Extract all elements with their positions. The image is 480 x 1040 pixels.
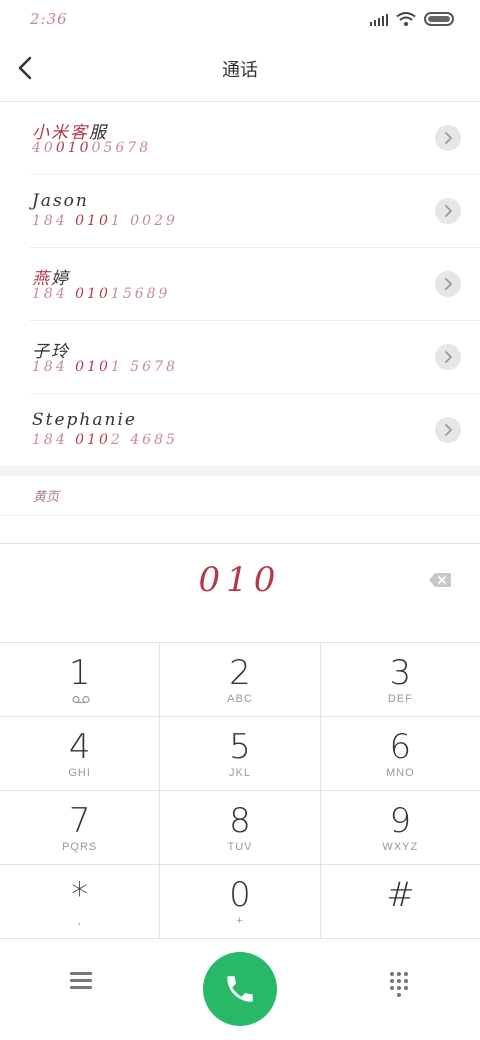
chevron-right-icon [445,205,452,217]
keypad: 1 2 ABC 3 DEF 4 GHI 5 JKL 6 MNO 7 PQRS 8 TUV 9 WXYZ *, 0 + # [0,642,480,939]
key-digit: 7 [68,801,91,841]
status-icons [370,12,454,26]
chevron-right-icon [445,351,452,363]
key-letters: + [236,915,244,927]
section-gap [0,466,480,476]
result-row[interactable]: 小米客服 4001005678 [30,102,480,175]
voicemail-icon [72,695,90,704]
section-label: 黄页 [33,490,60,505]
key-letters: PQRS [62,841,98,853]
title-bar: 通话 [0,44,480,92]
key-8[interactable]: 8 TUV [160,791,321,864]
key-5[interactable]: 5 JKL [160,717,321,790]
key-digit: * [71,875,89,915]
key-letters: MNO [385,767,415,779]
result-row[interactable]: 子玲 184 0101 5678 [30,321,480,394]
entered-number: 010 [198,560,282,600]
chevron-right-icon [445,132,452,144]
signal-icon [370,12,388,26]
bottom-bar [0,938,480,1040]
chevron-right-icon [445,278,452,290]
contact-name: Stephanie [32,410,137,430]
menu-icon[interactable] [70,972,92,992]
contact-number: 4001005678 [32,140,152,156]
detail-button[interactable] [435,125,461,151]
key-star[interactable]: *, [0,865,161,938]
key-digit: 3 [389,653,412,693]
key-row: 7 PQRS 8 TUV 9 WXYZ [0,791,480,865]
result-row[interactable]: Jason 184 0101 0029 [30,175,480,248]
key-digit: 0 [229,875,251,915]
key-letters: ABC [227,693,253,705]
key-hash[interactable]: # [321,865,480,938]
detail-button[interactable] [435,271,461,297]
wifi-icon [396,12,416,26]
key-letters: GHI [68,767,91,779]
contact-number: 184 0102 4685 [32,432,178,448]
key-letters: DEF [387,693,413,705]
key-row: 4 GHI 5 JKL 6 MNO [0,717,480,791]
results-list: 小米客服 4001005678 Jason 184 0101 0029 燕婷 184 01… [0,102,480,467]
backspace-icon[interactable] [428,572,452,588]
status-bar: 2:36 [0,0,480,40]
key-9[interactable]: 9 WXYZ [321,791,480,864]
result-row[interactable]: Stephanie 184 0102 4685 [30,394,480,467]
key-row: *, 0 + # [0,865,480,939]
key-row: 1 2 ABC 3 DEF [0,643,480,717]
battery-icon [424,12,454,26]
result-row[interactable]: 燕婷 184 01015689 [30,248,480,321]
key-2[interactable]: 2 ABC [160,643,321,716]
key-1[interactable]: 1 [0,643,161,716]
key-6[interactable]: 6 MNO [321,717,480,790]
detail-button[interactable] [435,344,461,370]
page-title: 通话 [222,60,258,81]
key-digit: 5 [229,727,251,767]
key-digit: 4 [68,727,91,767]
section-header: 黄页 [0,476,480,516]
contact-number: 184 01015689 [32,286,171,302]
key-7[interactable]: 7 PQRS [0,791,161,864]
key-digit: 1 [68,653,91,693]
key-letters: JKL [229,767,251,779]
call-button[interactable] [203,952,277,1026]
status-time: 2:36 [30,10,68,28]
key-digit: 6 [389,727,412,767]
key-0[interactable]: 0 + [160,865,321,938]
detail-button[interactable] [435,198,461,224]
dialer: 010 1 2 ABC 3 DEF 4 GHI 5 JKL 6 MNO 7 PQRS 8 TUV 9 WXYZ *… [0,543,480,1040]
key-digit: # [386,875,415,915]
contact-name: Jason [32,191,89,211]
key-4[interactable]: 4 GHI [0,717,161,790]
chevron-right-icon [445,424,452,436]
list-item[interactable]: 小米客服 | 小米客服 [0,517,480,544]
key-digit: 2 [229,653,251,693]
key-3[interactable]: 3 DEF [321,643,480,716]
key-digit: 9 [389,801,412,841]
contact-number: 184 0101 0029 [32,213,178,229]
detail-button[interactable] [435,417,461,443]
dialpad-icon[interactable] [389,972,409,997]
key-letters: WXYZ [382,841,419,853]
phone-icon [227,976,253,1002]
contact-number: 184 0101 5678 [32,359,178,375]
key-digit: 8 [229,801,251,841]
key-letters: TUV [227,841,253,853]
key-letters: , [77,915,82,927]
